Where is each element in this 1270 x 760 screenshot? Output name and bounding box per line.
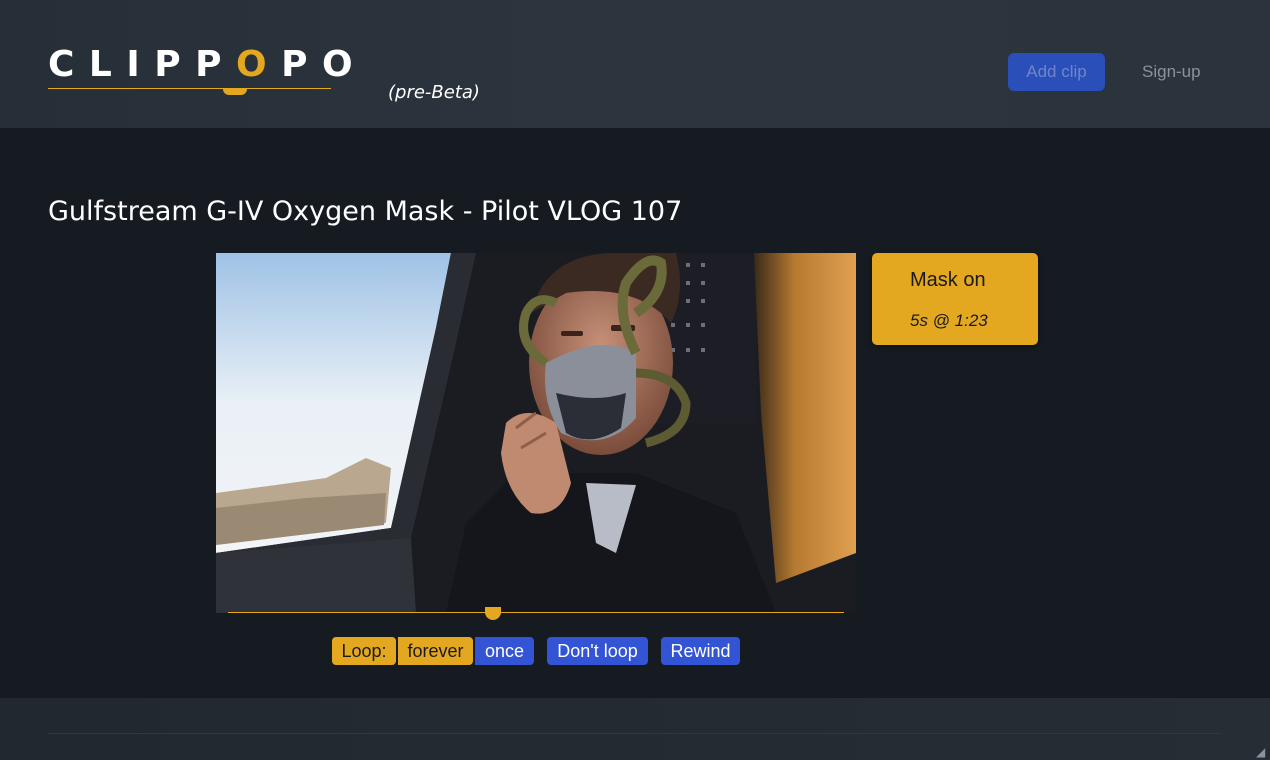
video-frame	[216, 253, 856, 613]
footer-divider	[48, 733, 1222, 734]
logo-text-highlight: O	[236, 44, 282, 85]
top-header: CLIPPOPO (pre-Beta) Add clip Sign-up	[0, 0, 1270, 128]
video-title: Gulfstream G-IV Oxygen Mask - Pilot VLOG…	[48, 196, 683, 227]
footer	[0, 698, 1270, 760]
timeline-playhead[interactable]	[484, 607, 501, 620]
video-player[interactable]	[216, 253, 856, 613]
signup-link[interactable]: Sign-up	[1142, 53, 1201, 91]
dont-loop-button[interactable]: Don't loop	[547, 637, 648, 665]
loop-label: Loop:	[332, 637, 396, 665]
logo-text-part-2: PO	[281, 44, 368, 85]
timeline-track[interactable]	[228, 612, 844, 613]
clip-duration-time: 5s @ 1:23	[910, 311, 988, 330]
logo-wordmark: CLIPPOPO	[48, 44, 367, 85]
logo-tagline: (pre-Beta)	[388, 82, 480, 103]
logo-underline	[48, 88, 331, 89]
loop-once-button[interactable]: once	[475, 637, 534, 665]
logo-text-part-1: CLIPP	[48, 44, 237, 85]
clip-card[interactable]: Mask on 5s @ 1:23	[872, 253, 1038, 345]
add-clip-button[interactable]: Add clip	[1008, 53, 1105, 91]
clip-name: Mask on	[910, 269, 986, 291]
rewind-button[interactable]: Rewind	[661, 637, 740, 665]
logo-drop-mark	[223, 88, 247, 95]
loop-forever-button[interactable]: forever	[398, 637, 473, 665]
resize-grip-icon[interactable]: ◢	[1256, 746, 1268, 758]
